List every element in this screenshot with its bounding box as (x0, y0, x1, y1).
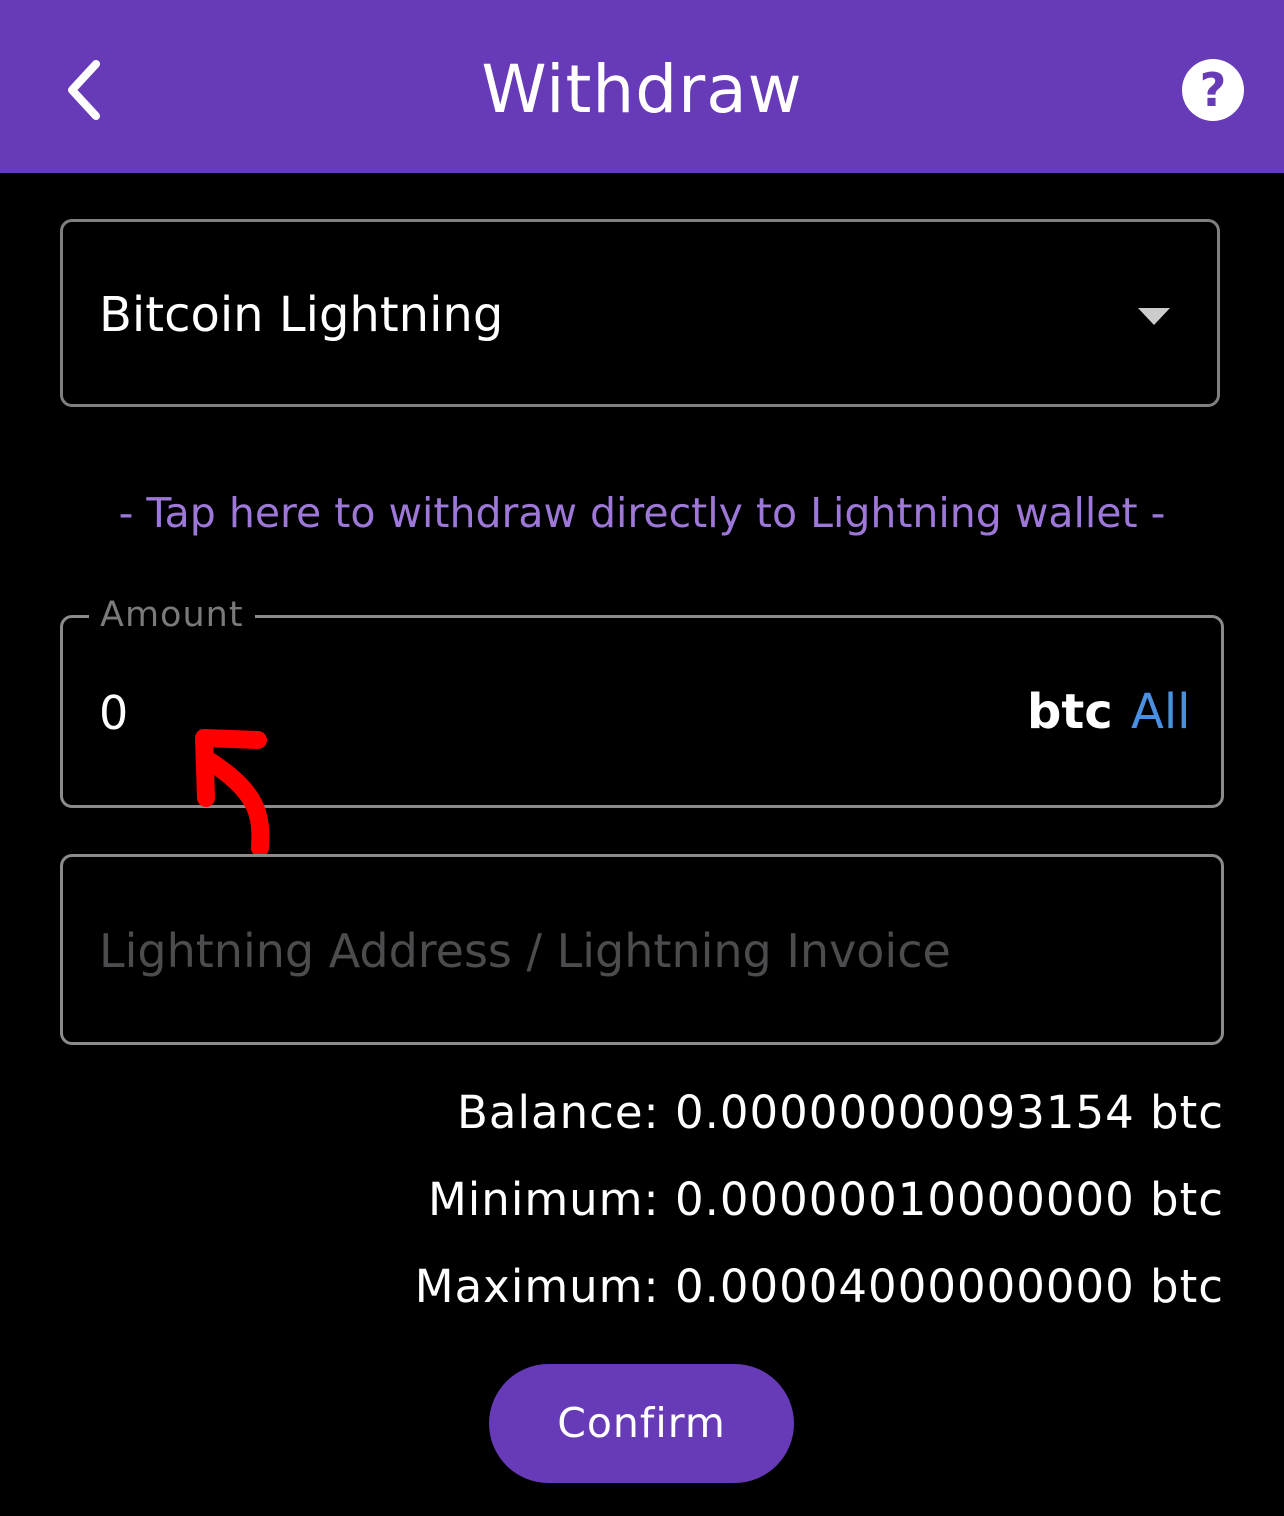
confirm-button[interactable]: Confirm (489, 1364, 794, 1483)
balance-text: Balance: 0.00000000093154 btc (457, 1086, 1224, 1139)
address-field (60, 854, 1224, 1045)
back-button[interactable] (48, 50, 120, 130)
all-button[interactable]: All (1131, 676, 1191, 748)
lightning-wallet-link[interactable]: - Tap here to withdraw directly to Light… (0, 482, 1284, 544)
maximum-text: Maximum: 0.00004000000000 btc (414, 1260, 1224, 1313)
help-button[interactable]: ? (1182, 59, 1244, 121)
network-select-value: Bitcoin Lightning (99, 287, 504, 343)
amount-label: Amount (89, 590, 255, 640)
red-curved-arrow-icon (195, 729, 270, 857)
caret-down-icon (1138, 308, 1170, 325)
page-title: Withdraw (481, 51, 803, 128)
header-bar: Withdraw ? (0, 0, 1284, 173)
lightning-address-input[interactable] (99, 913, 1179, 989)
minimum-text: Minimum: 0.00000010000000 btc (427, 1173, 1224, 1226)
amount-unit: btc (1027, 684, 1113, 740)
help-circle-icon: ? (1199, 63, 1227, 117)
network-select[interactable]: Bitcoin Lightning (60, 219, 1220, 407)
chevron-left-icon (68, 60, 100, 120)
